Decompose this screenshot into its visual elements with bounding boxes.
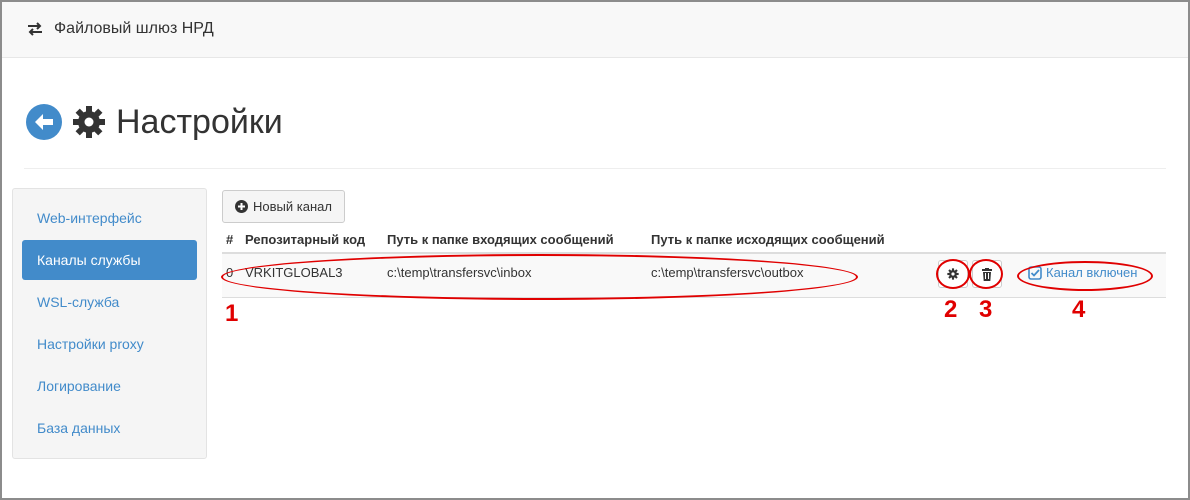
sidebar-item-proxy-settings[interactable]: Настройки proxy	[22, 324, 197, 364]
table-row: 0 VRKITGLOBAL3 c:\temp\transfersvc\inbox…	[222, 254, 1166, 298]
edit-channel-button[interactable]	[938, 260, 968, 288]
trash-icon	[982, 267, 992, 281]
gear-icon	[947, 268, 959, 280]
column-header-code: Репозитарный код	[245, 231, 366, 247]
channel-status-label: Канал включен	[1046, 265, 1138, 280]
table-header: # Репозитарный код Путь к папке входящих…	[222, 226, 1166, 254]
channel-status-toggle[interactable]: Канал включен	[1028, 265, 1137, 280]
app-title: Файловый шлюз НРД	[54, 20, 214, 37]
channels-table: # Репозитарный код Путь к папке входящих…	[222, 226, 1166, 298]
column-header-outbox: Путь к папке исходящих сообщений	[651, 231, 885, 247]
sidebar-item-web-interface[interactable]: Web-интерфейс	[22, 198, 197, 238]
annotation-number-4: 4	[1072, 296, 1086, 323]
row-index: 0	[226, 265, 234, 280]
row-inbox-path: c:\temp\transfersvc\inbox	[387, 265, 532, 280]
header-divider	[24, 168, 1166, 169]
annotation-number-2: 2	[944, 296, 958, 323]
delete-channel-button[interactable]	[972, 260, 1002, 288]
sidebar-item-database[interactable]: База данных	[22, 408, 197, 448]
page-title: Настройки	[116, 103, 283, 141]
sidebar-item-logging[interactable]: Логирование	[22, 366, 197, 406]
back-arrow-icon[interactable]	[26, 104, 62, 140]
sidebar-item-service-channels[interactable]: Каналы службы	[22, 240, 197, 280]
column-header-inbox: Путь к папке входящих сообщений	[387, 231, 614, 247]
sidebar-item-wsl-service[interactable]: WSL-служба	[22, 282, 197, 322]
sidebar: Web-интерфейс Каналы службы WSL-служба Н…	[12, 188, 207, 459]
row-outbox-path: c:\temp\transfersvc\outbox	[651, 265, 804, 280]
app-brand[interactable]: Файловый шлюз НРД	[26, 20, 214, 38]
annotation-number-3: 3	[979, 296, 993, 323]
column-header-index: #	[226, 231, 234, 247]
checkbox-checked-icon	[1028, 265, 1042, 280]
new-channel-label: Новый канал	[253, 199, 332, 214]
plus-circle-icon	[235, 200, 248, 213]
gear-icon	[73, 106, 105, 138]
page-header: Настройки	[26, 104, 283, 140]
new-channel-button[interactable]: Новый канал	[222, 190, 345, 223]
row-code: VRKITGLOBAL3	[245, 265, 343, 280]
top-navbar: Файловый шлюз НРД	[2, 2, 1188, 58]
exchange-arrows-icon	[28, 22, 42, 36]
annotation-number-1: 1	[225, 300, 239, 327]
